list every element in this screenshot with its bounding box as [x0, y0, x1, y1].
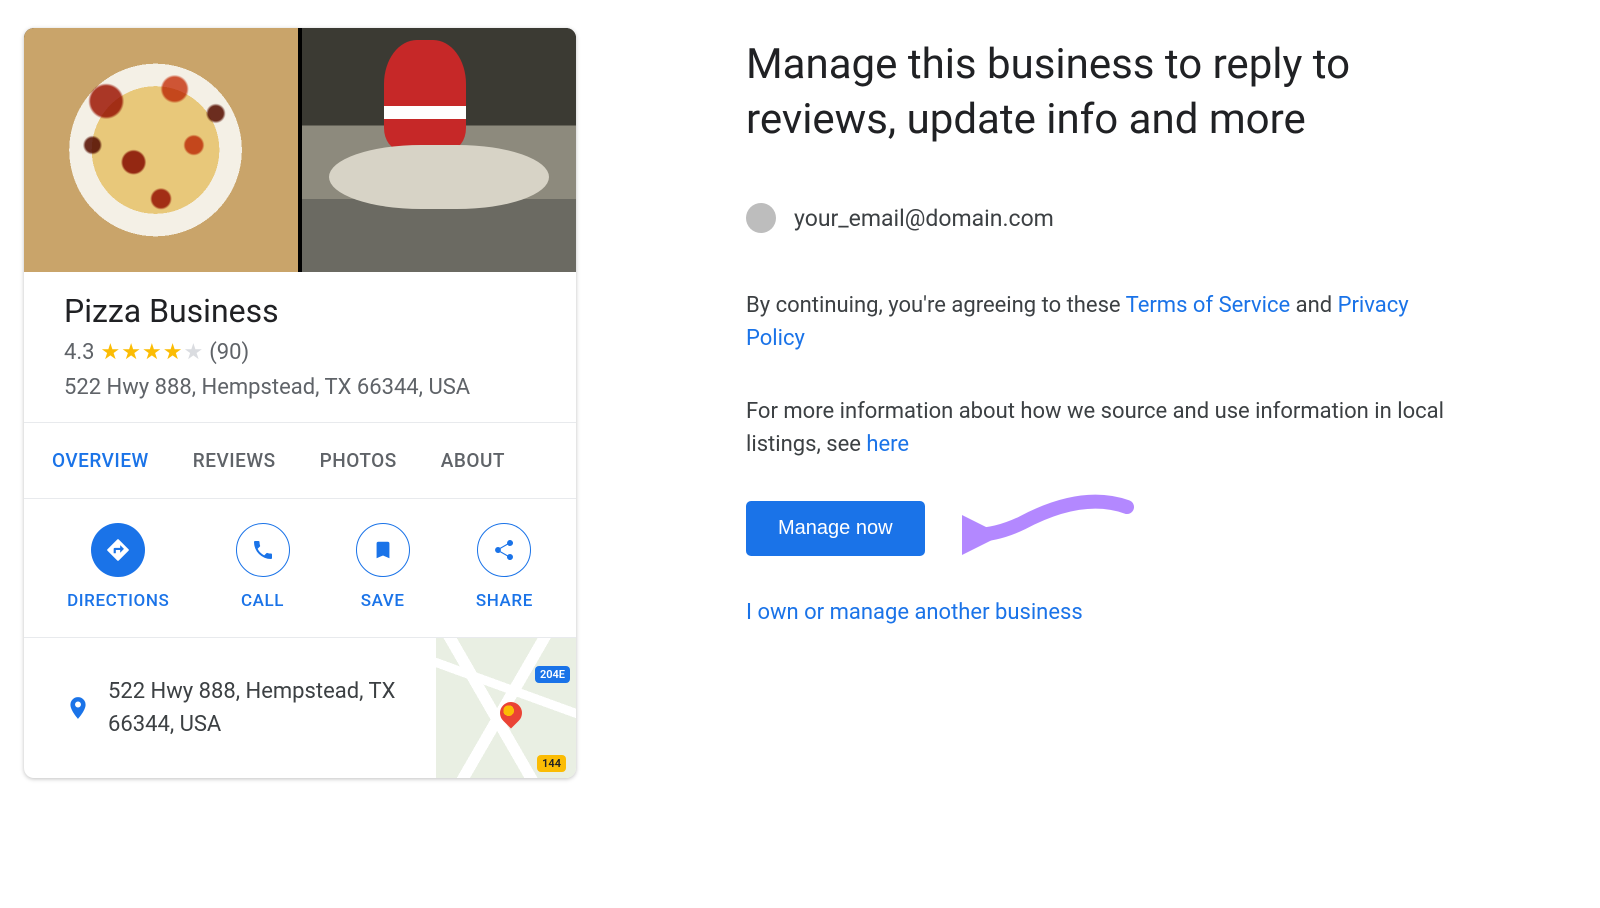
tab-bar: OVERVIEW REVIEWS PHOTOS ABOUT — [24, 422, 576, 499]
action-row: DIRECTIONS CALL SAVE SHARE — [24, 499, 576, 638]
share-icon — [477, 523, 531, 577]
manage-now-button[interactable]: Manage now — [746, 501, 925, 556]
terms-and: and — [1290, 293, 1337, 318]
star-icon: ★ — [101, 342, 121, 364]
save-button[interactable]: SAVE — [356, 523, 410, 611]
road-badge: 144 — [537, 755, 566, 772]
tab-reviews[interactable]: REVIEWS — [193, 423, 276, 498]
terms-of-service-link[interactable]: Terms of Service — [1126, 293, 1291, 318]
business-address: 522 Hwy 888, Hempstead, TX 66344, USA — [64, 375, 536, 400]
call-button[interactable]: CALL — [236, 523, 290, 611]
business-card: Pizza Business 4.3 ★ ★ ★ ★ ★ (90) 522 Hw… — [24, 28, 576, 778]
share-label: SHARE — [476, 591, 533, 611]
photo-interior[interactable] — [302, 28, 576, 272]
star-icon: ★ — [183, 342, 203, 364]
info-text: For more information about how we source… — [746, 395, 1446, 461]
tab-about[interactable]: ABOUT — [441, 423, 505, 498]
location-address: 522 Hwy 888, Hempstead, TX 66344, USA — [108, 655, 436, 761]
rating-value: 4.3 — [64, 340, 95, 365]
terms-text: By continuing, you're agreeing to these … — [746, 289, 1446, 355]
own-another-business-link[interactable]: I own or manage another business — [746, 600, 1446, 625]
road-badge: 204E — [535, 666, 570, 683]
terms-prefix: By continuing, you're agreeing to these — [746, 293, 1126, 318]
mini-map[interactable]: 204E 144 — [436, 638, 576, 778]
business-photos[interactable] — [24, 28, 576, 272]
phone-icon — [236, 523, 290, 577]
rating-count: (90) — [209, 340, 249, 365]
directions-button[interactable]: DIRECTIONS — [67, 523, 169, 611]
account-row[interactable]: your_email@domain.com — [746, 203, 1446, 233]
share-button[interactable]: SHARE — [476, 523, 533, 611]
business-name: Pizza Business — [64, 292, 536, 330]
tab-photos[interactable]: PHOTOS — [320, 423, 397, 498]
directions-label: DIRECTIONS — [67, 591, 169, 611]
directions-icon — [91, 523, 145, 577]
page-headline: Manage this business to reply to reviews… — [746, 38, 1446, 147]
location-section[interactable]: 522 Hwy 888, Hempstead, TX 66344, USA 20… — [24, 638, 576, 778]
map-pin-icon — [496, 698, 527, 729]
location-pin-icon — [48, 691, 108, 725]
account-email: your_email@domain.com — [794, 205, 1054, 232]
avatar — [746, 203, 776, 233]
manage-panel: Manage this business to reply to reviews… — [746, 28, 1446, 778]
learn-more-link[interactable]: here — [866, 432, 909, 457]
rating-row[interactable]: 4.3 ★ ★ ★ ★ ★ (90) — [64, 340, 536, 365]
info-prefix: For more information about how we source… — [746, 399, 1444, 457]
bookmark-icon — [356, 523, 410, 577]
star-icon: ★ — [163, 342, 183, 364]
call-label: CALL — [241, 591, 284, 611]
tab-overview[interactable]: OVERVIEW — [52, 423, 149, 498]
rating-stars: ★ ★ ★ ★ ★ — [101, 342, 204, 364]
photo-pizza[interactable] — [24, 28, 298, 272]
star-icon: ★ — [142, 342, 162, 364]
star-icon: ★ — [121, 342, 141, 364]
save-label: SAVE — [361, 591, 405, 611]
